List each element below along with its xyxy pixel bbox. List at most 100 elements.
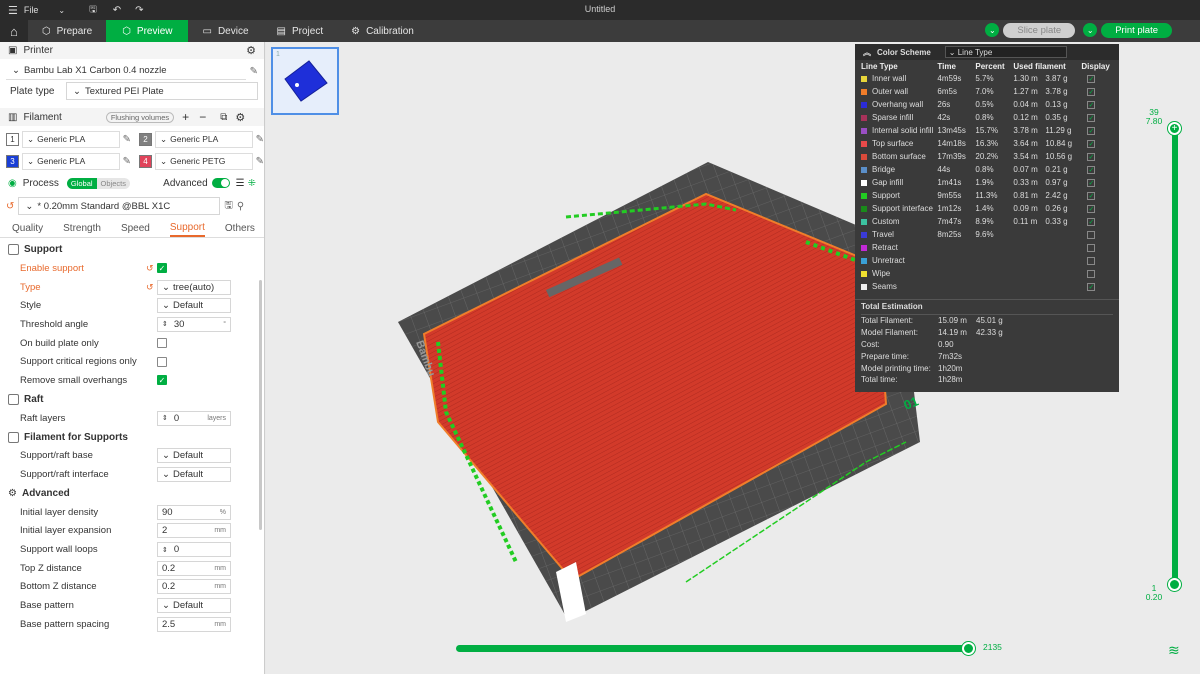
base-pattern-select[interactable]: ⌄ Default bbox=[157, 598, 231, 614]
layer-slider[interactable] bbox=[1172, 130, 1178, 590]
tab-calibration[interactable]: ⚙ Calibration bbox=[337, 20, 428, 42]
filament-slot[interactable]: 2 ⌄ Generic PLA ✎ bbox=[139, 130, 264, 148]
critical-regions-checkbox[interactable] bbox=[157, 356, 167, 367]
filament-color-swatch[interactable]: 4 bbox=[139, 154, 152, 168]
undo-icon[interactable]: ↶ bbox=[113, 5, 121, 16]
subtab-support[interactable]: Support bbox=[169, 221, 205, 237]
support-type-select[interactable]: ⌄ tree(auto) bbox=[157, 279, 231, 295]
enable-support-checkbox[interactable]: ✓ bbox=[157, 263, 167, 274]
display-checkbox[interactable] bbox=[1087, 243, 1096, 252]
display-checkbox[interactable] bbox=[1087, 269, 1096, 278]
display-checkbox[interactable]: ✓ bbox=[1087, 87, 1096, 96]
print-plate-button[interactable]: Print plate bbox=[1101, 23, 1172, 38]
edit-icon[interactable]: ✎ bbox=[256, 134, 264, 145]
display-checkbox[interactable]: ✓ bbox=[1087, 74, 1096, 83]
advanced-toggle[interactable] bbox=[211, 178, 230, 188]
chevron-down-icon[interactable]: ⌄ bbox=[58, 6, 65, 15]
plate-type-select[interactable]: ⌄ Textured PEI Plate bbox=[66, 82, 258, 100]
subtab-others[interactable]: Others bbox=[225, 223, 255, 234]
raft-layers-input[interactable]: ⇕ 0 layers bbox=[157, 410, 231, 426]
initial-density-input[interactable]: 90% bbox=[157, 504, 231, 520]
filament-color-swatch[interactable]: 1 bbox=[6, 132, 19, 146]
tab-device[interactable]: ▭ Device bbox=[188, 20, 262, 42]
tab-project[interactable]: ▤ Project bbox=[263, 20, 338, 42]
display-checkbox[interactable] bbox=[1087, 230, 1096, 239]
home-button[interactable]: ⌂ bbox=[0, 20, 28, 42]
color-scheme-select[interactable]: ⌄ Line Type bbox=[944, 46, 1067, 58]
display-checkbox[interactable]: ✓ bbox=[1087, 204, 1096, 213]
move-slider-handle[interactable] bbox=[962, 642, 975, 655]
threshold-angle-input[interactable]: ⇕ 30 ° bbox=[157, 316, 231, 332]
process-preset-select[interactable]: ⌄ * 0.20mm Standard @BBL X1C bbox=[18, 197, 221, 215]
edit-icon[interactable]: ✎ bbox=[123, 134, 131, 145]
filament-slot[interactable]: 1 ⌄ Generic PLA ✎ bbox=[6, 130, 131, 148]
display-checkbox[interactable] bbox=[1087, 256, 1096, 265]
sidebar-scrollbar[interactable] bbox=[259, 280, 262, 530]
initial-expansion-input[interactable]: 2 mm bbox=[157, 523, 231, 539]
filament-select[interactable]: ⌄ Generic PLA bbox=[22, 130, 120, 148]
global-toggle[interactable]: Global Objects bbox=[66, 177, 130, 189]
wall-loops-input[interactable]: ⇕ 0 bbox=[157, 542, 231, 558]
layer-slider-top-handle[interactable]: + bbox=[1168, 122, 1181, 135]
display-checkbox[interactable]: ✓ bbox=[1087, 178, 1096, 187]
filament-select[interactable]: ⌄ Generic PLA bbox=[22, 152, 120, 170]
print-dropdown-icon[interactable]: ⌄ bbox=[1083, 23, 1098, 37]
filament-settings-icon[interactable]: ⚙ bbox=[235, 111, 245, 124]
filament-slot[interactable]: 3 ⌄ Generic PLA ✎ bbox=[6, 152, 131, 170]
preview-viewport[interactable]: 1 01 Bambu ︽ Color Scheme ⌄ Line Type Li… bbox=[266, 42, 1200, 674]
display-checkbox[interactable]: ✓ bbox=[1087, 165, 1096, 174]
remove-small-overhangs-checkbox[interactable]: ✓ bbox=[157, 375, 167, 386]
slice-plate-button[interactable]: Slice plate bbox=[1003, 23, 1076, 38]
support-style-select[interactable]: ⌄ Default bbox=[157, 298, 231, 314]
tab-prepare[interactable]: ⬡ Prepare bbox=[28, 20, 106, 42]
display-checkbox[interactable]: ✓ bbox=[1087, 126, 1096, 135]
subtab-quality[interactable]: Quality bbox=[12, 223, 43, 234]
subtab-speed[interactable]: Speed bbox=[121, 223, 150, 234]
display-checkbox[interactable]: ✓ bbox=[1087, 191, 1096, 200]
move-slider[interactable] bbox=[456, 645, 969, 652]
filament-select[interactable]: ⌄ Generic PETG bbox=[155, 152, 253, 170]
flushing-volumes-button[interactable]: Flushing volumes bbox=[105, 111, 175, 123]
display-checkbox[interactable]: ✓ bbox=[1087, 100, 1096, 109]
display-checkbox[interactable]: ✓ bbox=[1087, 282, 1096, 291]
reset-icon[interactable]: ↺ bbox=[146, 282, 154, 293]
search-icon[interactable]: ⚲ bbox=[237, 201, 244, 212]
filament-slot[interactable]: 4 ⌄ Generic PETG ✎ bbox=[139, 152, 264, 170]
bottom-z-input[interactable]: 0.2 mm bbox=[157, 579, 231, 595]
reset-icon[interactable]: ↺ bbox=[6, 201, 14, 212]
pattern-spacing-input[interactable]: 2.5 mm bbox=[157, 616, 231, 632]
build-plate-only-checkbox[interactable] bbox=[157, 338, 167, 349]
menu-icon[interactable]: ☰ bbox=[8, 4, 18, 17]
sync-icon[interactable]: ⧉ bbox=[220, 112, 227, 123]
printer-select[interactable]: ⌄ Bambu Lab X1 Carbon 0.4 nozzle bbox=[6, 62, 246, 80]
redo-icon[interactable]: ↷ bbox=[135, 5, 143, 16]
edit-icon[interactable]: ✎ bbox=[256, 156, 264, 167]
layers-icon[interactable]: ≋ bbox=[1168, 642, 1180, 659]
add-icon[interactable]: + bbox=[182, 110, 189, 124]
display-checkbox[interactable]: ✓ bbox=[1087, 139, 1096, 148]
collapse-icon[interactable]: ︽ bbox=[863, 47, 871, 58]
compare-icon[interactable]: ⁜ bbox=[248, 178, 256, 189]
display-checkbox[interactable]: ✓ bbox=[1087, 217, 1096, 226]
file-menu[interactable]: File bbox=[24, 5, 39, 15]
layer-slider-bottom-handle[interactable] bbox=[1168, 578, 1181, 591]
display-checkbox[interactable]: ✓ bbox=[1087, 152, 1096, 161]
reset-icon[interactable]: ↺ bbox=[146, 263, 154, 274]
filament-color-swatch[interactable]: 2 bbox=[139, 132, 152, 146]
display-checkbox[interactable]: ✓ bbox=[1087, 113, 1096, 122]
subtab-strength[interactable]: Strength bbox=[63, 223, 101, 234]
top-z-input[interactable]: 0.2 mm bbox=[157, 560, 231, 576]
list-icon[interactable]: ☰ bbox=[236, 178, 245, 189]
slice-dropdown-icon[interactable]: ⌄ bbox=[985, 23, 1000, 37]
tab-preview[interactable]: ⬡ Preview bbox=[106, 20, 189, 42]
edit-icon[interactable]: ✎ bbox=[250, 66, 258, 77]
remove-icon[interactable]: − bbox=[199, 110, 206, 124]
save-preset-icon[interactable]: 🖫 bbox=[224, 198, 233, 215]
printer-settings-icon[interactable]: ⚙ bbox=[246, 44, 256, 57]
filament-select[interactable]: ⌄ Generic PLA bbox=[155, 130, 253, 148]
save-icon[interactable]: 🖫 bbox=[89, 2, 97, 18]
support-interface-select[interactable]: ⌄ Default bbox=[157, 467, 231, 483]
edit-icon[interactable]: ✎ bbox=[123, 156, 131, 167]
filament-color-swatch[interactable]: 3 bbox=[6, 154, 19, 168]
support-base-select[interactable]: ⌄ Default bbox=[157, 448, 231, 464]
